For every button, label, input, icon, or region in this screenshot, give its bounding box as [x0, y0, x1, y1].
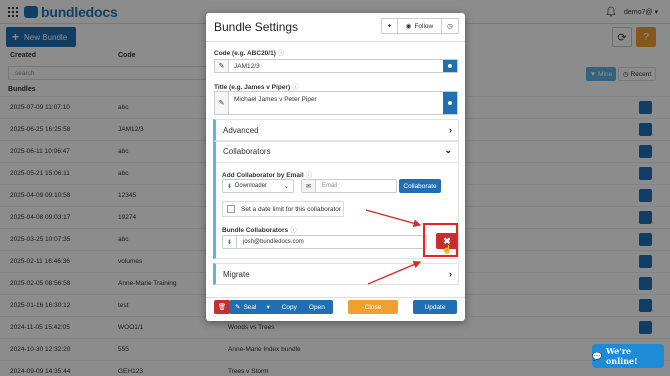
seal-button[interactable]: Seal [243, 304, 256, 311]
info-icon: ⓘ [277, 50, 285, 57]
copy-button[interactable]: Copy [282, 304, 297, 311]
title-field[interactable]: ✎ Michael James v Peter Piper [214, 91, 458, 115]
history-button[interactable]: ◷ [442, 19, 458, 33]
collaborators-title[interactable]: Collaborators [223, 147, 271, 156]
modal-header-divider [206, 41, 465, 42]
bundle-actions-group: ✎ Seal ▾ Copy Open [229, 300, 333, 314]
advanced-title: Advanced [223, 126, 259, 135]
migrate-section[interactable]: Migrate › [213, 263, 459, 285]
info-icon: ⓘ [290, 227, 297, 234]
role-select[interactable]: ⬇ Downloader ⌄ [222, 179, 294, 193]
close-button[interactable]: Close [348, 300, 398, 314]
follow-label: Follow [414, 22, 434, 30]
code-field-label: Code (e.g. ABC20/1) ⓘ [214, 50, 285, 57]
email-field[interactable]: ✉ Email [301, 179, 397, 193]
trash-icon: 🗑 [217, 304, 227, 311]
seal-icon: ✎ [235, 304, 241, 311]
checkbox-icon[interactable] [227, 205, 235, 213]
annotation-highlight-box [423, 223, 458, 257]
collaborator-entry: ⬇ josh@bundledocs.com [222, 235, 427, 249]
info-icon: ⓘ [292, 84, 299, 91]
code-input[interactable]: JAM12/3 [229, 63, 443, 70]
title-input[interactable]: Michael James v Peter Piper [229, 92, 443, 103]
info-icon: ⓘ [305, 172, 313, 179]
advanced-section[interactable]: Advanced › [213, 119, 459, 141]
chat-label: We're online! [605, 346, 638, 366]
modal-header-actions: ✦ ◉ Follow ◷ [381, 18, 459, 34]
chevron-right-icon: › [449, 269, 452, 279]
code-field[interactable]: ✎ JAM12/3 [214, 59, 458, 73]
collaborate-button[interactable]: Collaborate [399, 179, 441, 193]
envelope-icon: ✉ [302, 180, 316, 192]
pin-button[interactable]: ✦ [382, 19, 398, 33]
chevron-down-icon[interactable]: ⌄ [444, 145, 452, 156]
cursor-icon: ☝ [442, 245, 452, 254]
status-dot-icon[interactable] [443, 60, 457, 72]
chat-widget-button[interactable]: 💬 We're online! [592, 344, 664, 368]
collaborator-email: josh@bundledocs.com [243, 239, 304, 245]
email-input[interactable]: Email [322, 183, 337, 189]
pin-icon: ✦ [386, 23, 393, 30]
eye-icon: ◉ [405, 23, 412, 30]
bundle-settings-modal: Bundle Settings ✦ ◉ Follow ◷ Code (e.g. … [206, 13, 465, 321]
clock-icon: ◷ [447, 23, 453, 30]
chat-bubble-icon: 💬 [592, 351, 602, 361]
open-button[interactable]: Open [309, 304, 325, 311]
modal-footer-divider [206, 297, 465, 298]
follow-button[interactable]: ◉ Follow [398, 19, 442, 33]
role-select-value: Downloader [235, 183, 268, 189]
status-dot-icon[interactable] [443, 92, 457, 114]
date-limit-checkbox[interactable]: Set a date limit for this collaborator [222, 201, 344, 217]
caret-down-icon[interactable]: ▾ [266, 303, 269, 311]
download-icon: ⬇ [227, 183, 233, 190]
bundle-collaborators-label: Bundle Collaborators ⓘ [222, 227, 297, 234]
migrate-title: Migrate [223, 270, 250, 279]
title-field-label: Title (e.g. James v Piper) ⓘ [214, 84, 299, 91]
update-button[interactable]: Update [413, 300, 457, 314]
add-collaborator-label: Add Collaborator by Email ⓘ [222, 172, 313, 179]
delete-button[interactable]: 🗑 [214, 300, 230, 314]
chevron-right-icon: › [449, 125, 452, 135]
edit-icon: ✎ [215, 60, 229, 72]
chevron-down-icon: ⌄ [283, 183, 289, 190]
date-limit-label: Set a date limit for this collaborator [241, 205, 342, 213]
modal-title: Bundle Settings [214, 20, 299, 34]
download-icon: ⬇ [223, 236, 237, 248]
edit-icon: ✎ [215, 92, 229, 114]
